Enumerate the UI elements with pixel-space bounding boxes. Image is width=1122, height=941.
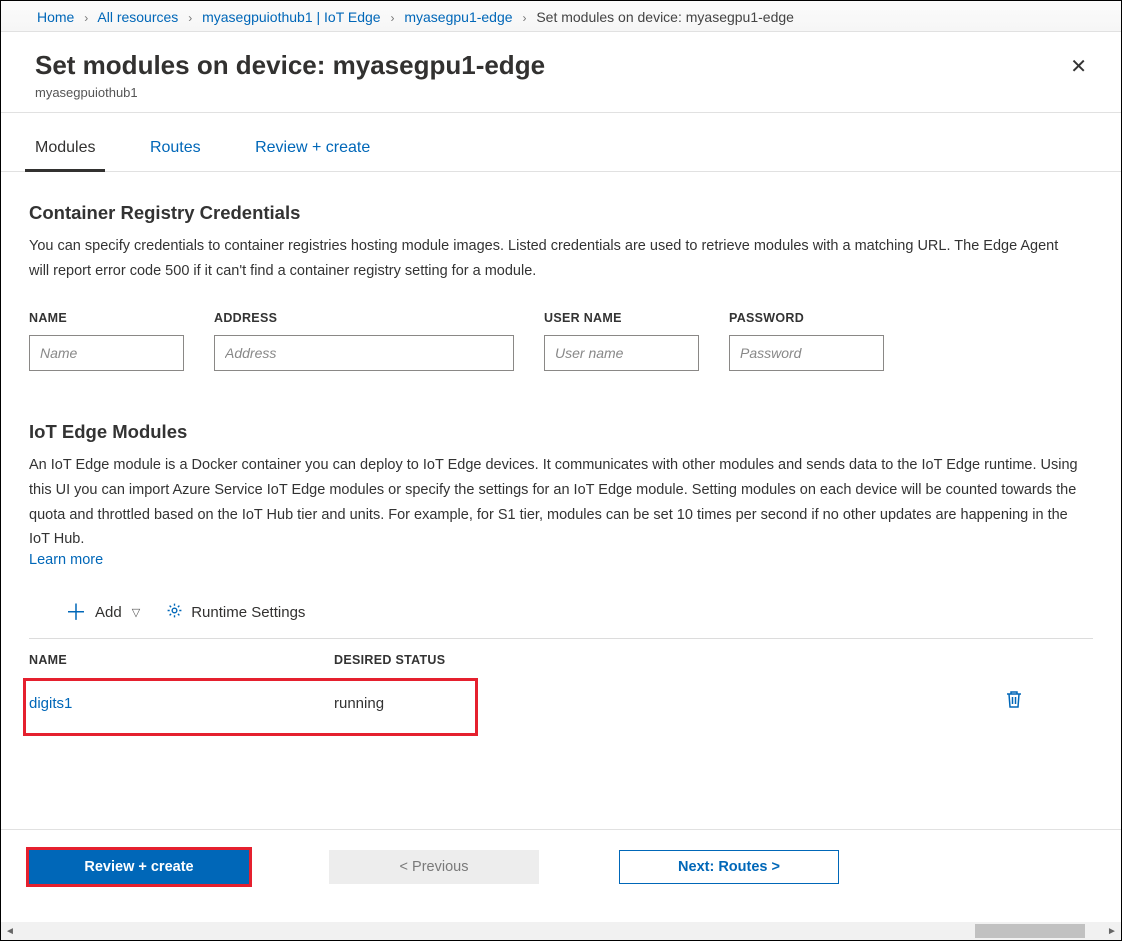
runtime-settings-button[interactable]: Runtime Settings [166,602,305,623]
address-field[interactable] [214,335,514,371]
label-password: PASSWORD [729,311,884,325]
table-row: digits1 running [29,681,1093,740]
scroll-right-icon[interactable]: ► [1103,922,1121,940]
chevron-right-icon: › [384,11,400,25]
breadcrumb-home[interactable]: Home [37,9,74,25]
chevron-right-icon: › [182,11,198,25]
modules-table: NAME DESIRED STATUS digits1 running [29,639,1093,740]
name-field[interactable] [29,335,184,371]
section-credentials: Container Registry Credentials You can s… [29,202,1093,371]
module-name-link[interactable]: digits1 [29,695,72,712]
breadcrumb: Home › All resources › myasegpuiothub1 |… [1,1,1121,32]
plus-icon: ＋ [65,602,87,624]
add-button[interactable]: ＋ Add ▽ [65,602,140,624]
add-label: Add [95,604,122,621]
page-title: Set modules on device: myasegpu1-edge [35,50,545,81]
breadcrumb-edge-device[interactable]: myasegpu1-edge [404,9,512,25]
tab-review-create[interactable]: Review + create [249,131,376,171]
password-field[interactable] [729,335,884,371]
credentials-heading: Container Registry Credentials [29,202,1093,224]
close-icon[interactable]: ✕ [1064,50,1093,83]
chevron-right-icon: › [516,11,532,25]
module-status: running [334,695,634,712]
tabs: Modules Routes Review + create [1,113,1121,172]
chevron-down-icon: ▽ [132,606,140,619]
column-header-name: NAME [29,653,334,667]
next-button[interactable]: Next: Routes > [619,850,839,884]
scroll-thumb[interactable] [975,924,1085,938]
gear-icon [166,602,183,623]
modules-description: An IoT Edge module is a Docker container… [29,453,1079,552]
trash-icon[interactable] [1005,689,1023,713]
breadcrumb-iothub[interactable]: myasegpuiothub1 | IoT Edge [202,9,381,25]
modules-heading: IoT Edge Modules [29,421,1093,443]
breadcrumb-all-resources[interactable]: All resources [97,9,178,25]
username-field[interactable] [544,335,699,371]
scroll-left-icon[interactable]: ◄ [1,922,19,940]
page-subtitle: myasegpuiothub1 [35,85,545,100]
previous-button[interactable]: < Previous [329,850,539,884]
tab-routes[interactable]: Routes [144,131,207,171]
label-name: NAME [29,311,184,325]
learn-more-link[interactable]: Learn more [29,552,103,568]
runtime-label: Runtime Settings [191,604,305,621]
breadcrumb-current: Set modules on device: myasegpu1-edge [536,9,794,25]
column-header-status: DESIRED STATUS [334,653,634,667]
tab-modules[interactable]: Modules [29,131,101,171]
section-modules: IoT Edge Modules An IoT Edge module is a… [29,421,1093,740]
review-create-button[interactable]: Review + create [29,850,249,884]
credentials-description: You can specify credentials to container… [29,234,1079,283]
label-address: ADDRESS [214,311,514,325]
horizontal-scrollbar[interactable]: ◄ ► [1,922,1121,940]
chevron-right-icon: › [78,11,94,25]
footer: Review + create < Previous Next: Routes … [1,829,1121,904]
label-username: USER NAME [544,311,699,325]
